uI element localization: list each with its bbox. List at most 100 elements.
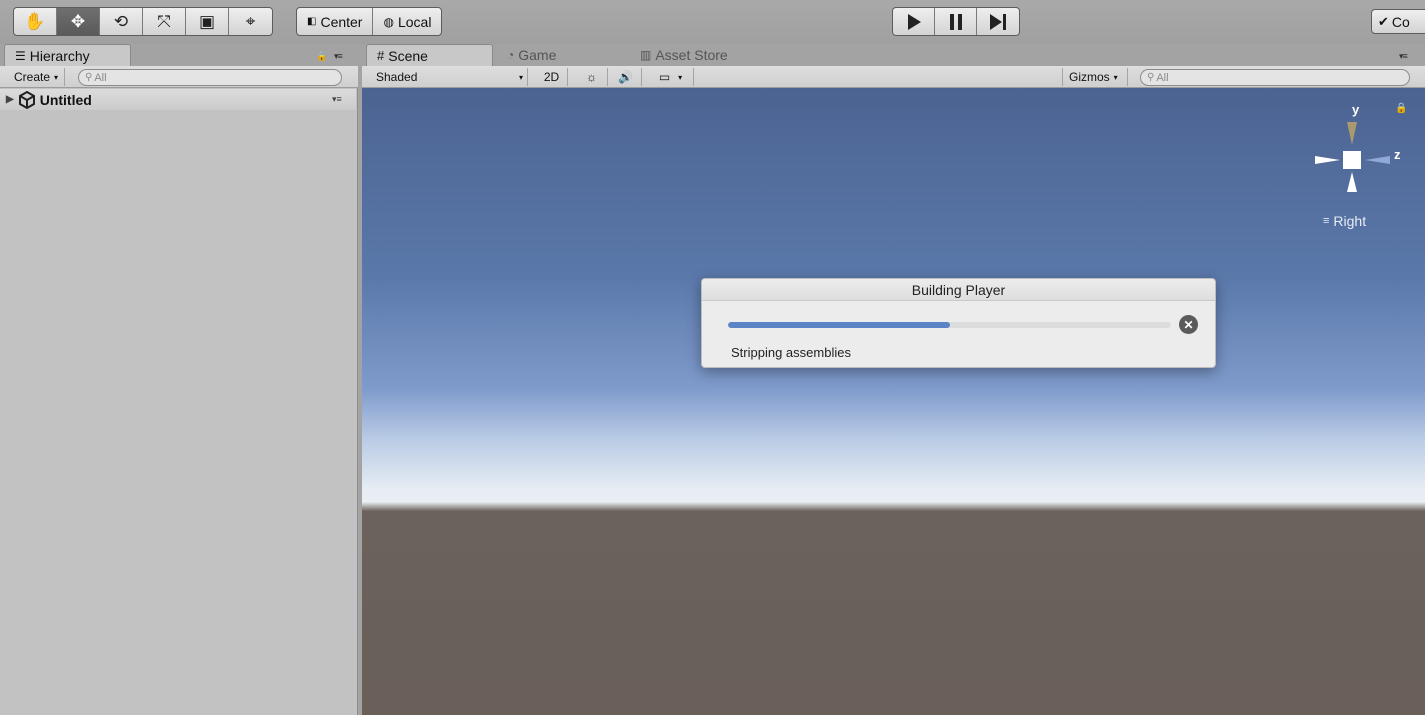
gizmo-neg-y-cone[interactable] — [1347, 172, 1357, 192]
shading-mode-label: Shaded — [376, 70, 418, 84]
move-tool-button[interactable]: ✥ — [57, 8, 100, 35]
view-menu-icon: ≡ — [1323, 215, 1330, 227]
collab-button[interactable]: ✔ Co — [1371, 9, 1425, 34]
tab-game[interactable]: ◔ Game — [497, 44, 566, 66]
speaker-icon: 🔊 — [618, 70, 633, 84]
sun-icon: ☼ — [586, 70, 597, 84]
gizmo-z-cone[interactable] — [1365, 156, 1390, 164]
hierarchy-toolbar: Create ▾ ⚲ All — [0, 66, 358, 88]
cancel-build-button[interactable]: ✕ — [1179, 315, 1198, 334]
rect-tool-button[interactable]: ▣ — [186, 8, 229, 35]
grid-icon: # — [377, 48, 385, 63]
progress-bar — [728, 322, 1171, 328]
collab-label: Co — [1391, 13, 1410, 30]
gizmo-x-cone[interactable] — [1315, 156, 1340, 164]
search-icon: ⚲ — [85, 72, 93, 83]
hand-tool-button[interactable]: ✋ — [14, 8, 57, 35]
transform-tools-group: ✋ ✥ ⟲ ⤧ ▣ ⌖ — [13, 7, 273, 36]
gizmo-y-cone[interactable] — [1347, 122, 1357, 145]
tab-scene[interactable]: # Scene — [366, 44, 493, 66]
lock-icon[interactable]: 🔒 — [316, 51, 327, 62]
scene-panel-menu-icon[interactable]: ▾≡ — [1399, 51, 1408, 62]
toggle-2d-button[interactable]: 2D — [536, 68, 568, 86]
scene-viewport[interactable] — [362, 88, 1425, 715]
hierarchy-tree: ▶ Untitled ▾≡ — [0, 88, 358, 715]
step-button[interactable] — [977, 8, 1019, 35]
pause-icon — [949, 13, 962, 30]
scale-tool-button[interactable]: ⤧ — [143, 8, 186, 35]
gizmo-lock-icon[interactable]: 🔒 — [1395, 103, 1407, 114]
lighting-toggle[interactable]: ☼ — [576, 68, 608, 86]
gizmo-z-label: z — [1394, 147, 1401, 162]
pivot-icon: ◧ — [307, 16, 317, 27]
rect-tool-icon: ▣ — [198, 11, 216, 31]
view-name-label: Right — [1333, 213, 1367, 229]
scene-orientation-gizmo[interactable]: y z — [1310, 100, 1410, 230]
playback-group — [892, 7, 1020, 36]
check-circle-icon: ✔ — [1378, 13, 1389, 29]
search-icon: ⚲ — [1147, 72, 1155, 83]
scene-search-input[interactable]: ⚲ All — [1140, 69, 1410, 86]
panel-menu-icon[interactable]: ▾≡ — [334, 51, 343, 62]
list-icon: ☰ — [15, 48, 26, 63]
pause-button[interactable] — [935, 8, 977, 35]
unity-logo-icon — [18, 90, 35, 109]
move-arrows-icon: ✥ — [70, 11, 86, 31]
gizmo-y-label: y — [1352, 102, 1360, 117]
globe-icon: ◍ — [383, 14, 394, 29]
rotate-icon: ⟲ — [113, 11, 129, 31]
image-icon: ▭ — [658, 70, 671, 84]
bag-icon: ▥ — [640, 48, 652, 62]
dialog-title: Building Player — [702, 279, 1215, 301]
scale-icon: ⤧ — [157, 11, 171, 31]
transform-tool-button[interactable]: ⌖ — [229, 8, 272, 35]
view-label[interactable]: ≡ Right — [1323, 213, 1366, 229]
play-icon — [907, 13, 921, 30]
gizmos-dropdown[interactable]: Gizmos ▾ — [1062, 68, 1128, 86]
tab-hierarchy-label: Hierarchy — [29, 47, 90, 64]
tab-scene-label: Scene — [388, 47, 428, 64]
tab-hierarchy[interactable]: ☰ Hierarchy — [4, 44, 131, 66]
hierarchy-search-input[interactable]: ⚲ All — [78, 69, 342, 86]
chevron-down-icon: ▾ — [678, 72, 683, 82]
expand-arrow-icon[interactable]: ▶ — [6, 94, 14, 105]
scene-toolbar: Shaded ▾ 2D ☼ 🔊 ▭ ▾ Gizmos ▾ ⚲ All — [362, 66, 1425, 88]
scene-menu-icon[interactable]: ▾≡ — [332, 94, 342, 105]
tab-asset-store-label: Asset Store — [655, 47, 728, 63]
pivot-local-label: Local — [397, 13, 432, 30]
toggle-2d-label: 2D — [543, 70, 560, 84]
create-label: Create — [14, 70, 51, 84]
pivot-local-button[interactable]: ◍ Local — [373, 8, 441, 35]
gizmos-label: Gizmos — [1069, 70, 1110, 84]
pivot-center-label: Center — [320, 13, 363, 30]
tab-game-label: Game — [518, 47, 557, 63]
close-icon: ✕ — [1183, 317, 1194, 332]
transform-gizmo-icon: ⌖ — [245, 11, 256, 31]
hand-icon: ✋ — [24, 11, 46, 31]
pacman-icon: ◔ — [507, 48, 515, 62]
scene-tabbar: # Scene ◔ Game ▥ Asset Store ▾≡ — [362, 44, 1425, 66]
rotate-tool-button[interactable]: ⟲ — [100, 8, 143, 35]
progress-fill — [728, 322, 950, 328]
hierarchy-tabbar: ☰ Hierarchy 🔒 ▾≡ — [0, 44, 358, 66]
scene-search-placeholder: All — [1156, 71, 1169, 84]
effects-dropdown[interactable]: ▭ ▾ — [648, 68, 694, 86]
scene-root-row[interactable]: ▶ Untitled ▾≡ — [0, 89, 356, 110]
audio-toggle[interactable]: 🔊 — [610, 68, 642, 86]
shading-mode-dropdown[interactable]: Shaded ▾ — [370, 68, 528, 86]
build-status-text: Stripping assemblies — [731, 345, 851, 360]
step-icon — [990, 13, 1006, 30]
main-toolbar: ✋ ✥ ⟲ ⤧ ▣ ⌖ ◧ Center ◍ Local ✔ Co — [0, 0, 1425, 44]
chevron-down-icon: ▾ — [518, 72, 523, 82]
hierarchy-search-placeholder: All — [94, 71, 107, 84]
gizmo-center-cube[interactable] — [1343, 151, 1361, 169]
chevron-down-icon: ▾ — [1113, 72, 1118, 82]
play-button[interactable] — [893, 8, 935, 35]
tab-asset-store[interactable]: ▥ Asset Store — [630, 44, 738, 66]
create-dropdown[interactable]: Create ▾ — [8, 68, 66, 86]
build-progress-dialog: Building Player ✕ Stripping assemblies — [701, 278, 1216, 368]
pivot-center-button[interactable]: ◧ Center — [297, 8, 374, 35]
pivot-group: ◧ Center ◍ Local — [296, 7, 443, 36]
chevron-down-icon: ▾ — [54, 72, 59, 82]
scene-name-label: Untitled — [39, 91, 92, 108]
